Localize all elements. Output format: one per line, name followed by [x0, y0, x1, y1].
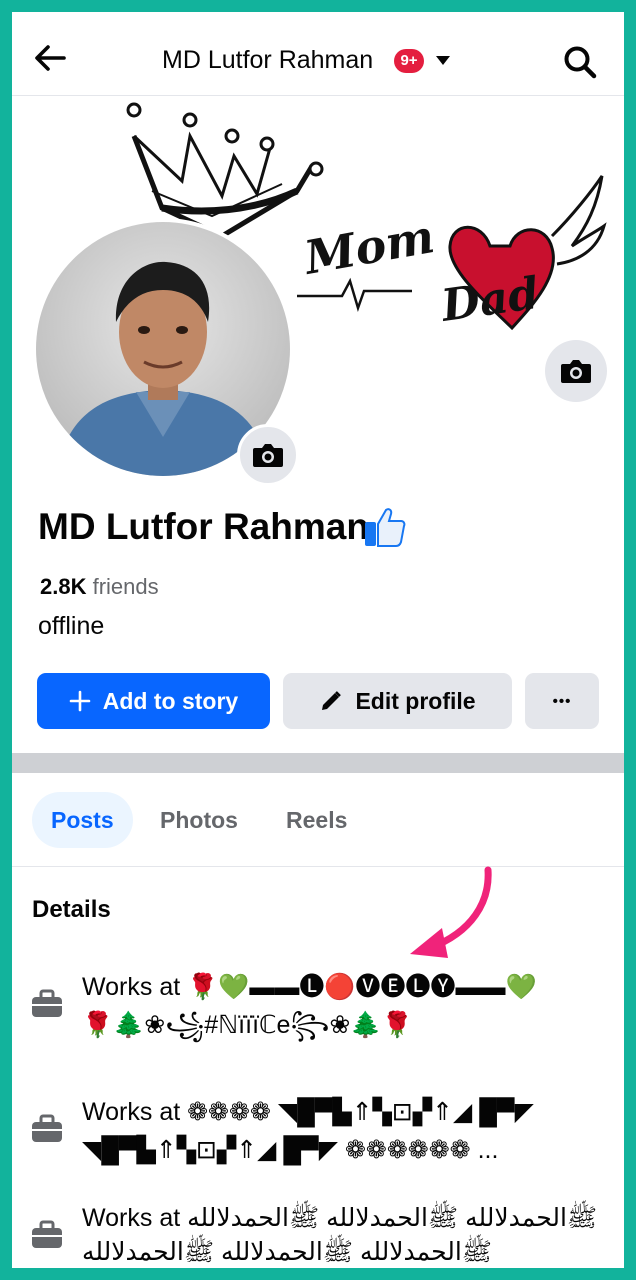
more-label: •••: [552, 692, 572, 710]
details-heading: Details: [32, 896, 111, 923]
profile-tabs: Posts Photos Reels: [12, 792, 624, 867]
cover-camera-button[interactable]: [545, 340, 607, 402]
thumbs-up-icon: [362, 504, 408, 550]
work-text-line: ◥█▀▙⇑▚⊡▞⇑◢ █▀◤ ❁❁❁❁❁❁ ...: [82, 1136, 499, 1164]
cover-text-dad: Dad: [436, 268, 542, 332]
work-text-line: 🌹🌲❀꧁#ℕïïïℂe꧂❀🌲🌹: [82, 1011, 413, 1039]
tab-photos[interactable]: Photos: [160, 792, 238, 848]
top-bar: MD Lutfor Rahman 9+: [12, 12, 624, 96]
friends-number: 2.8K: [40, 574, 87, 599]
header-title[interactable]: MD Lutfor Rahman: [162, 46, 373, 75]
edit-profile-button[interactable]: Edit profile: [283, 673, 512, 729]
camera-icon: [561, 360, 591, 383]
work-text-line: Works at 🌹💚▬▬🅛🔴🅥🅔🅛🅨▬▬💚: [82, 973, 537, 1001]
more-options-button[interactable]: •••: [525, 673, 599, 729]
status-text: offline: [38, 612, 105, 640]
pencil-icon: [319, 689, 343, 713]
friends-label: friends: [92, 574, 159, 599]
chevron-down-icon[interactable]: [436, 56, 450, 65]
profile-screen: MD Lutfor Rahman 9+ Mom Dad MD Lutfor Ra…: [12, 12, 624, 1268]
add-to-story-label: Add to story: [102, 687, 239, 714]
back-arrow-icon[interactable]: [30, 38, 70, 78]
avatar-camera-button[interactable]: [237, 424, 299, 486]
camera-icon: [253, 444, 283, 467]
plus-icon: [69, 690, 91, 712]
notification-badge: 9+: [394, 49, 424, 73]
work-text-line: Works at ❁❁❁❁ ◥█▀▙⇑▚⊡▞⇑◢ █▀◤: [82, 1098, 534, 1126]
briefcase-icon: [30, 1114, 64, 1144]
briefcase-icon: [30, 1220, 64, 1250]
cover-text-mom: Mom: [299, 209, 439, 285]
tab-posts[interactable]: Posts: [32, 792, 133, 848]
search-icon[interactable]: [560, 42, 600, 82]
work-text-line: Works at ﷺالحمدلالله ﷺالحمدلالله ﷺالحمدل…: [82, 1204, 598, 1232]
briefcase-icon: [30, 989, 64, 1019]
tab-reels[interactable]: Reels: [286, 792, 347, 848]
work-text-line: ﷺالحمدلالله ﷺالحمدلالله ﷺالحمدلالله: [82, 1238, 492, 1266]
friends-count[interactable]: 2.8K friends: [40, 574, 159, 600]
profile-name: MD Lutfor Rahman: [38, 506, 369, 547]
add-to-story-button[interactable]: Add to story: [37, 673, 270, 729]
annotation-arrow: [410, 866, 492, 958]
edit-profile-label: Edit profile: [355, 687, 476, 714]
section-divider: [12, 753, 624, 773]
